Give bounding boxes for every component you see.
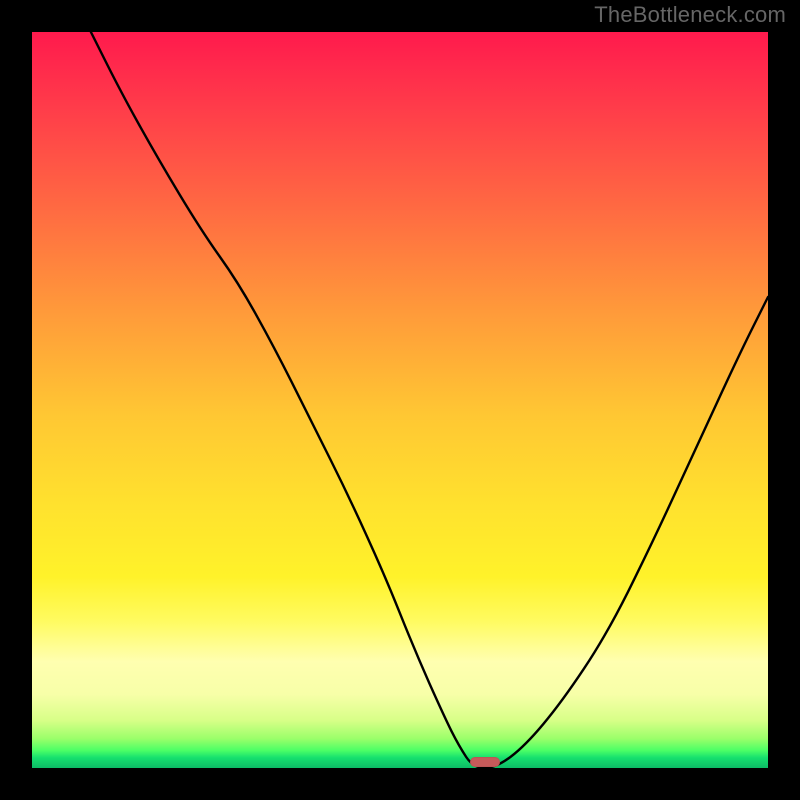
plot-area [32,32,768,768]
watermark-text: TheBottleneck.com [594,2,786,28]
bottleneck-curve [32,32,768,768]
chart-frame: TheBottleneck.com [0,0,800,800]
optimum-marker [470,757,500,767]
